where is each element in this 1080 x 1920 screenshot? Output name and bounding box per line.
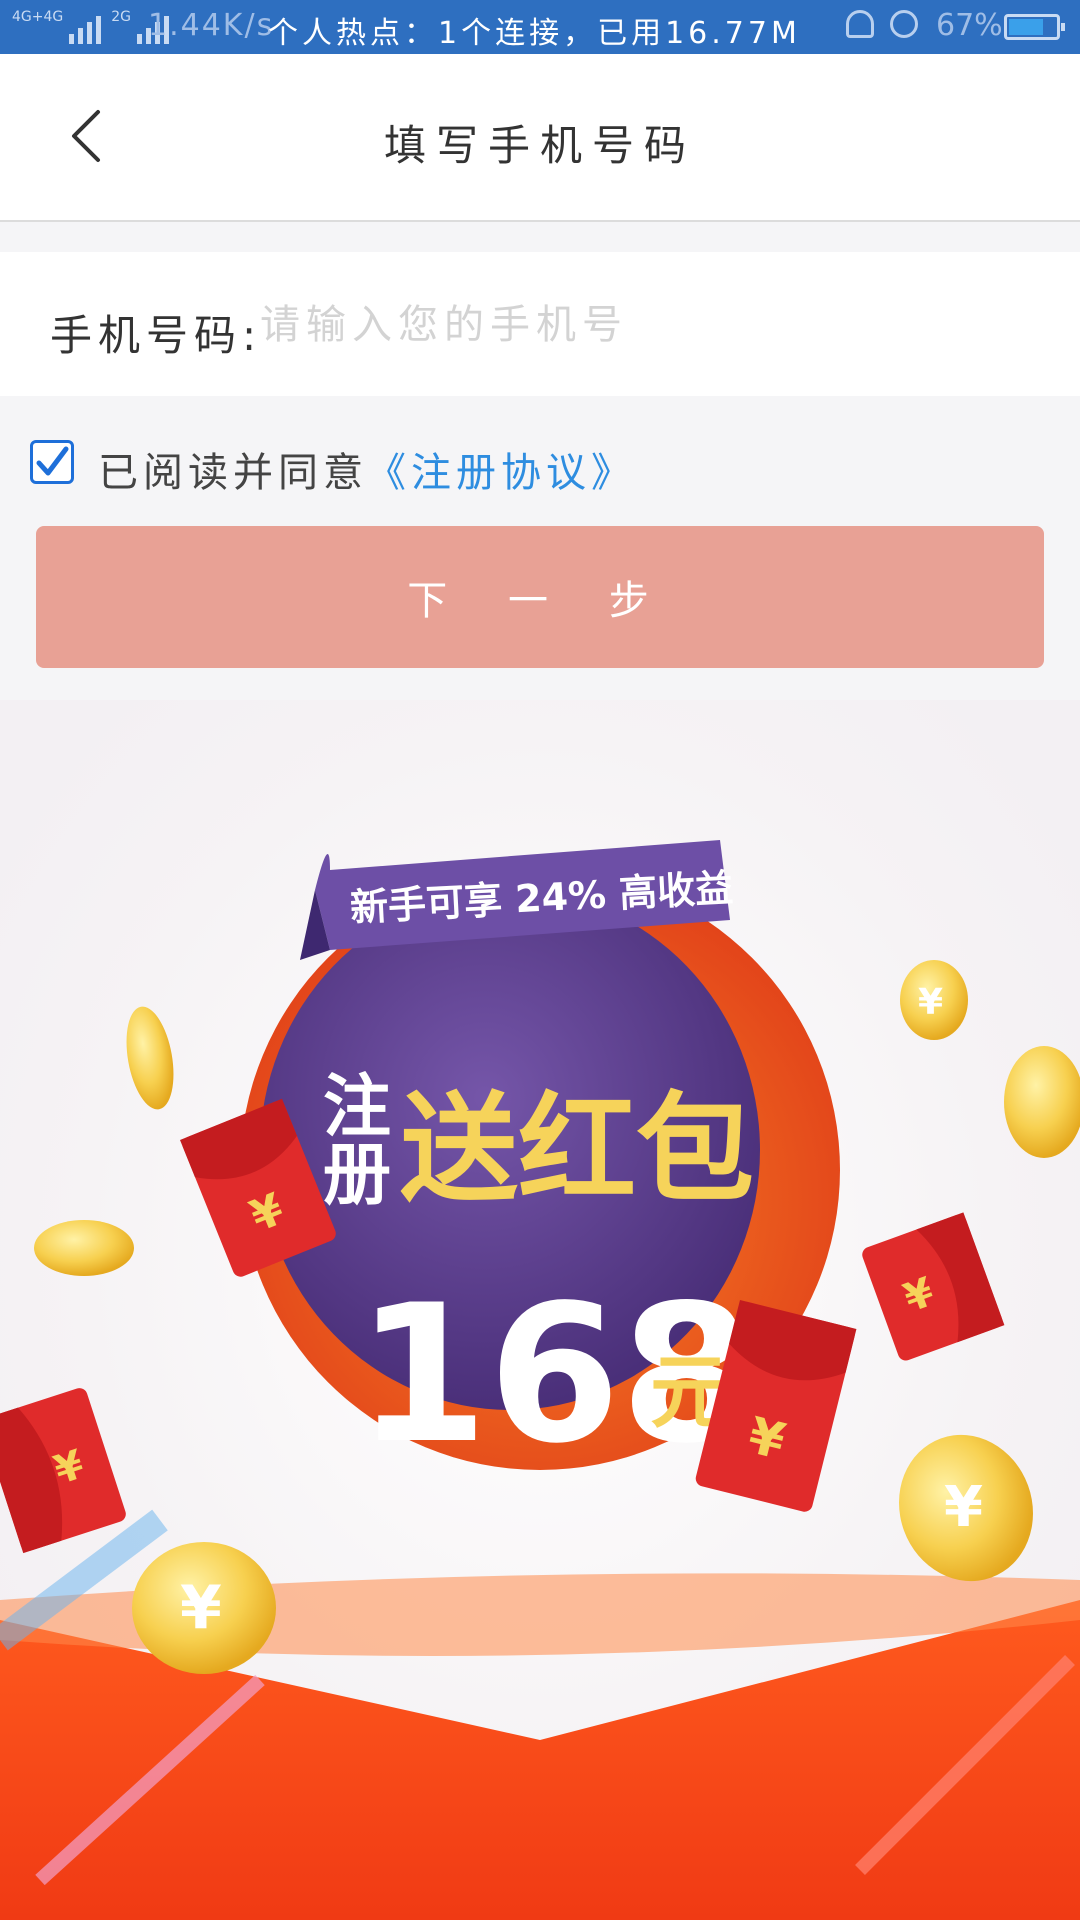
- battery-icon: [1004, 14, 1065, 40]
- next-step-button[interactable]: 下 一 步: [36, 526, 1044, 668]
- page-title: 填写手机号码: [383, 121, 696, 170]
- checkmark-icon: [36, 446, 69, 476]
- phone-field-row: 手机号码:: [0, 252, 1080, 396]
- battery-percent: 67%: [936, 8, 1003, 43]
- network-type: 4G+4G: [12, 9, 64, 25]
- svg-text:¥: ¥: [944, 1475, 983, 1540]
- gold-coin-icon: ¥: [132, 1542, 276, 1674]
- bell-off-icon: [846, 10, 874, 38]
- svg-text:¥: ¥: [180, 1573, 222, 1643]
- phone-label: 手机号码:: [50, 311, 263, 360]
- app-header: 填写手机号码: [0, 54, 1080, 222]
- svg-text:¥: ¥: [918, 982, 943, 1023]
- hotspot-status: 个人热点：1个连接，已用16.77M: [268, 16, 801, 51]
- agree-checkbox[interactable]: [30, 440, 74, 484]
- register-side-text: 注册: [311, 1070, 390, 1206]
- agree-text: 已阅读并同意: [98, 450, 368, 496]
- register-agreement-link[interactable]: 《注册协议》: [366, 440, 636, 498]
- phone-input[interactable]: [258, 292, 1022, 358]
- network-speed: 1.44K/s: [148, 8, 275, 43]
- gold-coin-icon: ¥: [900, 960, 968, 1040]
- red-packet-headline: 送红包: [400, 1080, 754, 1218]
- signal-icon: 4G+4G 2G: [12, 9, 170, 44]
- status-bar: 4G+4G 2G 1.44K/s 个人热点：1个连接，已用16.77M 67%: [0, 0, 1080, 54]
- gold-coin-icon: [34, 1220, 134, 1276]
- alarm-icon: [890, 10, 918, 38]
- promo-banner[interactable]: 新手可享 24% 高收益 注册 送红包 168 元 ¥ ¥ ¥ ¥ ¥ ¥ ¥: [0, 700, 1080, 1920]
- network-type-2: 2G: [111, 9, 132, 25]
